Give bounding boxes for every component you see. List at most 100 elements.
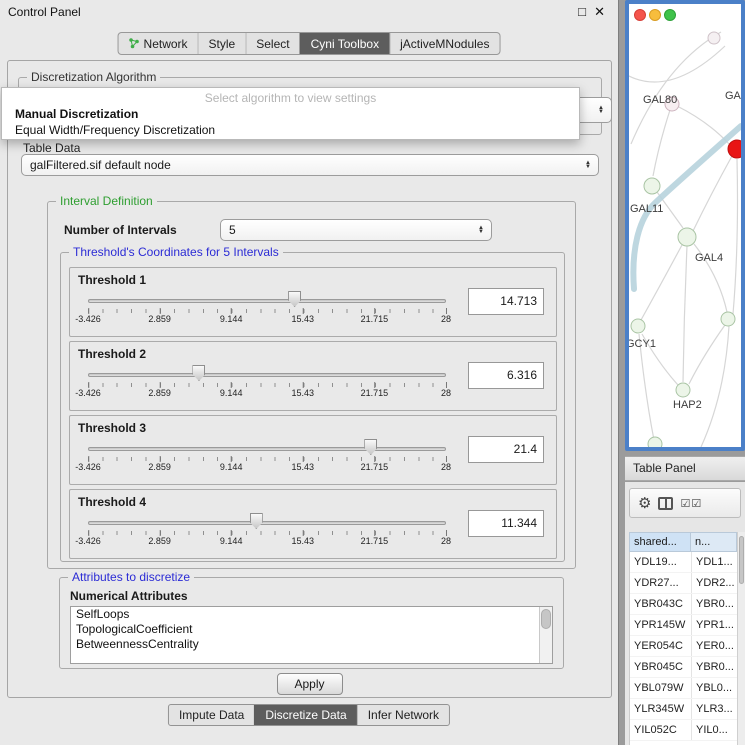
table-toolbar: ⚙ ☑☑ [629,488,741,518]
number-of-intervals-label: Number of Intervals [64,223,177,237]
table-cell-name[interactable]: YER0... [692,636,736,656]
table-cell-name[interactable]: YBR0... [692,657,736,677]
table-cell-name[interactable]: YDL1... [692,552,736,572]
interval-definition-group: Interval Definition Number of Intervals … [47,201,576,569]
node-label-partial: GA [725,90,741,102]
tab-jactivemnodules[interactable]: jActiveMNodules [389,33,499,54]
slider-tick-label: 15.43 [292,536,315,546]
tab-label: Discretize Data [265,708,346,722]
table-cell-shared-name[interactable]: YIL052C [630,720,692,740]
network-node[interactable] [631,319,645,333]
network-node[interactable] [676,383,690,397]
columns-icon[interactable] [658,497,673,510]
dropdown-option-manual-discretization[interactable]: Manual Discretization [2,106,579,122]
table-row[interactable]: YIL052C YIL0... [630,720,737,741]
tab-discretize-data[interactable]: Discretize Data [254,705,356,725]
slider-tick-labels: -3.4262.8599.14415.4321.71528 [70,490,462,560]
mac-close-icon[interactable] [635,10,646,21]
column-header-shared-name[interactable]: shared... [629,532,691,552]
table-row[interactable]: YBL079W YBL0... [630,678,737,699]
list-item[interactable]: BetweennessCentrality [71,637,552,652]
table-row[interactable]: YBR043C YBR0... [630,594,737,615]
table-cell-shared-name[interactable]: YLR345W [630,699,692,719]
network-node-selected[interactable] [728,140,741,158]
table-cell-shared-name[interactable]: YBR043C [630,594,692,614]
checkbox-icons[interactable]: ☑☑ [680,497,702,510]
gear-icon[interactable]: ⚙ [638,496,651,511]
table-cell-shared-name[interactable]: YBR045C [630,657,692,677]
network-node[interactable] [648,437,662,447]
threshold-slider[interactable]: -3.4262.8599.14415.4321.71528 [70,268,462,338]
dropdown-option-equal-width-frequency[interactable]: Equal Width/Frequency Discretization [2,122,579,138]
table-cell-shared-name[interactable]: YBL079W [630,678,692,698]
apply-button[interactable]: Apply [277,673,343,695]
threshold-slider[interactable]: -3.4262.8599.14415.4321.71528 [70,490,462,560]
network-view[interactable]: GAL80 GA GAL11 GAL4 GCY1 HAP2 [625,0,745,451]
control-panel-window: Control Panel □ ✕ Network Style Select C… [0,0,619,745]
table-panel: ⚙ ☑☑ shared... n... YDL19... YDL1... YDR… [625,482,745,745]
table-cell-name[interactable]: YIL0... [692,720,736,740]
node-label: GAL4 [695,252,723,264]
group-title: Attributes to discretize [68,570,194,584]
table-cell-shared-name[interactable]: YDR27... [630,573,692,593]
column-header-name[interactable]: n... [691,532,737,552]
list-scrollbar[interactable] [539,607,552,663]
tab-label: Cyni Toolbox [311,37,379,51]
table-data-label: Table Data [23,141,80,155]
threshold-slider[interactable]: -3.4262.8599.14415.4321.71528 [70,416,462,486]
list-item[interactable]: TopologicalCoefficient [71,622,552,637]
table-row[interactable]: YLR345W YLR3... [630,699,737,720]
tab-label: Select [256,37,289,51]
threshold-value-field[interactable]: 6.316 [468,362,544,389]
table-row[interactable]: YPR145W YPR1... [630,615,737,636]
table-cell-shared-name[interactable]: YDL19... [630,552,692,572]
scrollbar-thumb[interactable] [541,609,551,629]
tab-impute-data[interactable]: Impute Data [169,705,254,725]
table-data-select[interactable]: galFiltered.sif default node ▲▼ [21,154,599,176]
slider-tick-label: 15.43 [292,314,315,324]
network-node[interactable] [644,178,660,194]
network-node[interactable] [721,312,735,326]
table-row[interactable]: YDR27... YDR2... [630,573,737,594]
close-icon[interactable]: ✕ [594,4,605,20]
network-node[interactable] [708,32,720,44]
window-title: Control Panel [8,5,81,19]
slider-tick-label: 2.859 [148,536,171,546]
table-cell-name[interactable]: YDR2... [692,573,736,593]
threshold-value-field[interactable]: 21.4 [468,436,544,463]
float-window-icon[interactable]: □ [578,4,586,19]
tab-cyni-toolbox[interactable]: Cyni Toolbox [300,33,389,54]
table-cell-name[interactable]: YBL0... [692,678,736,698]
table-cell-shared-name[interactable]: YPR145W [630,615,692,635]
table-cell-shared-name[interactable]: YER054C [630,636,692,656]
tab-select[interactable]: Select [245,33,299,54]
table-row[interactable]: YBR045C YBR0... [630,657,737,678]
slider-tick-label: 28 [441,388,451,398]
table-cell-name[interactable]: YBR0... [692,594,736,614]
threshold-panel: Threshold 1 -3.4262.8599.14415.4321.7152… [69,267,557,337]
combo-arrows-icon: ▲▼ [594,106,608,114]
network-canvas[interactable]: GAL80 GA GAL11 GAL4 GCY1 HAP2 [629,4,741,447]
tab-network[interactable]: Network [119,33,198,54]
mac-zoom-icon[interactable] [665,10,676,21]
table-row[interactable]: YER054C YER0... [630,636,737,657]
slider-tick-label: -3.426 [75,314,101,324]
threshold-value-field[interactable]: 14.713 [468,288,544,315]
tab-infer-network[interactable]: Infer Network [357,705,449,725]
table-scrollbar[interactable] [737,532,745,745]
tab-style[interactable]: Style [198,33,246,54]
mac-minimize-icon[interactable] [650,10,661,21]
table-cell-name[interactable]: YPR1... [692,615,736,635]
scrollbar-thumb[interactable] [739,536,744,584]
table-row[interactable]: YDL19... YDL1... [630,552,737,573]
thresholds-group: Threshold's Coordinates for 5 Intervals … [60,252,565,562]
table-cell-name[interactable]: YLR3... [692,699,736,719]
threshold-slider[interactable]: -3.4262.8599.14415.4321.71528 [70,342,462,412]
slider-tick-label: 28 [441,536,451,546]
threshold-value-field[interactable]: 11.344 [468,510,544,537]
list-item[interactable]: SelfLoops [71,607,552,622]
node-label: GCY1 [629,338,656,350]
number-of-intervals-select[interactable]: 5 ▲▼ [220,219,492,241]
network-node[interactable] [678,228,696,246]
threshold-panel: Threshold 3 -3.4262.8599.14415.4321.7152… [69,415,557,485]
